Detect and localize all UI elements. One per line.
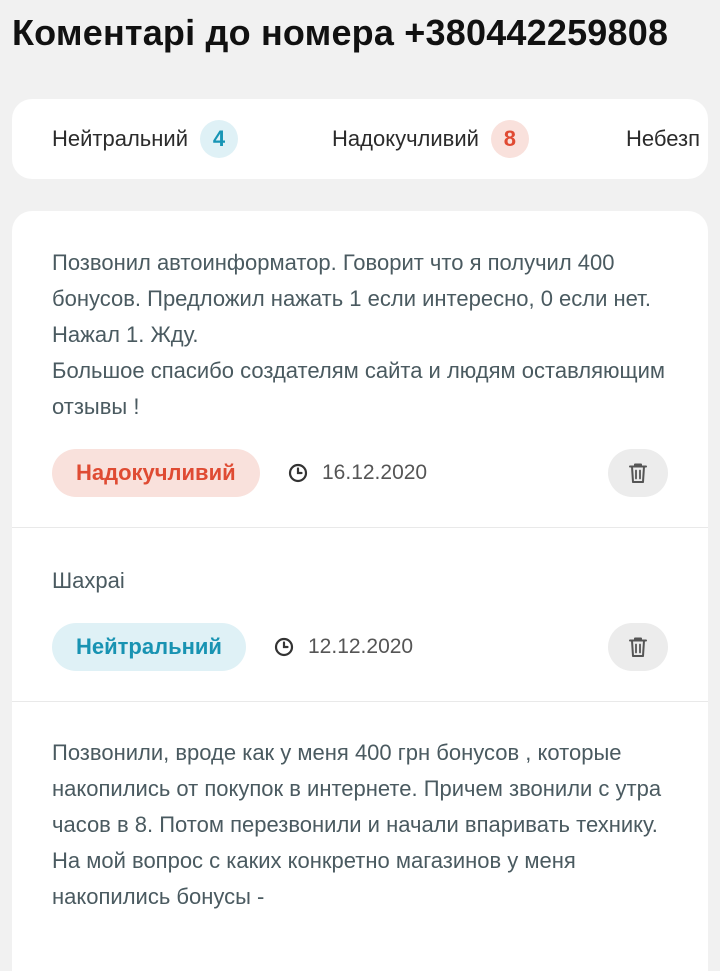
- comment-text: Позвонили, вроде как у меня 400 грн бону…: [52, 740, 662, 909]
- delete-button[interactable]: [608, 449, 668, 497]
- filter-tabs: Нейтральний 4 Надокучливий 8 Небезп: [12, 99, 708, 179]
- clock-icon: [274, 637, 294, 657]
- filter-count-badge: 4: [200, 120, 238, 158]
- comment-category-badge: Надокучливий: [52, 449, 260, 497]
- comment-item: Позвонили, вроде как у меня 400 грн бону…: [12, 701, 708, 971]
- comment-text: Позвонил автоинформатор. Говорит что я п…: [52, 250, 666, 419]
- comment-date: 16.12.2020: [288, 449, 427, 497]
- filter-tab-label: Небезп: [626, 126, 700, 151]
- filter-tab-label: Надокучливий: [332, 126, 479, 151]
- comment-date: 12.12.2020: [274, 623, 413, 671]
- filter-tab-dangerous[interactable]: Небезп: [626, 99, 700, 179]
- page-title: Коментарі до номера +380442259808: [12, 12, 669, 53]
- clock-icon: [288, 463, 308, 483]
- filter-count-badge: 8: [490, 120, 529, 158]
- comment-item: Позвонил автоинформатор. Говорит что я п…: [12, 211, 708, 528]
- comment-date-text: 12.12.2020: [308, 635, 414, 658]
- comment-text: Шахраі: [52, 568, 125, 593]
- delete-button[interactable]: [608, 623, 668, 671]
- comment-item: Шахраі Нейтральний 12.12.2020: [12, 527, 708, 702]
- filter-tab-annoying[interactable]: Надокучливий 8: [332, 99, 529, 179]
- comments-list: Позвонил автоинформатор. Говорит что я п…: [12, 211, 708, 971]
- trash-icon: [629, 463, 647, 483]
- trash-icon: [629, 637, 647, 657]
- comment-date-text: 16.12.2020: [322, 461, 428, 484]
- comment-category-badge: Нейтральний: [52, 623, 246, 671]
- filter-tab-neutral[interactable]: Нейтральний 4: [52, 99, 238, 179]
- filter-tab-label: Нейтральний: [52, 126, 188, 151]
